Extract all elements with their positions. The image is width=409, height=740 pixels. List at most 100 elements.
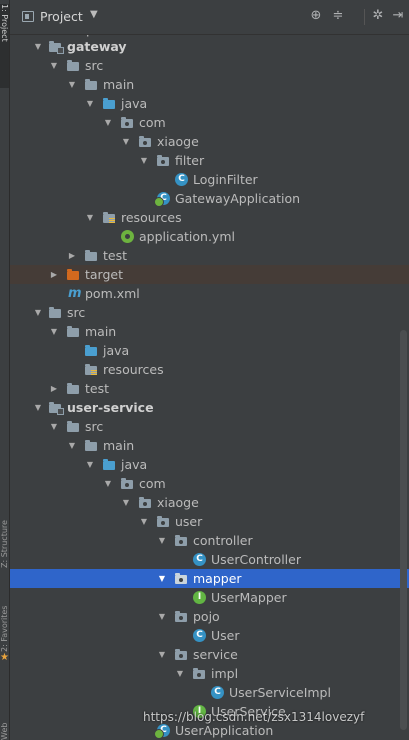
tree-row[interactable]: C LoginFilter: [10, 170, 409, 189]
expand-arrow-icon[interactable]: ▼: [49, 417, 59, 436]
tree-row-target[interactable]: ▶ target: [10, 265, 409, 284]
class-icon: C: [211, 686, 224, 699]
tree-label: xiaoge: [157, 134, 199, 149]
expand-arrow-icon[interactable]: ▼: [85, 208, 95, 227]
expand-arrow-icon[interactable]: ▼: [33, 37, 43, 56]
tree-row[interactable]: ▼ com: [10, 113, 409, 132]
tree-label: java: [121, 457, 148, 472]
package-icon: [174, 648, 188, 661]
tree-label: mapper: [193, 571, 242, 586]
collapse-arrow-icon[interactable]: ▶: [49, 265, 59, 284]
tree-row-user-service[interactable]: ▼ user-service: [10, 398, 409, 417]
expand-arrow-icon[interactable]: ▼: [85, 455, 95, 474]
tree-row[interactable]: ▼ main: [10, 322, 409, 341]
tree-row-gateway[interactable]: ▼ gateway: [10, 37, 409, 56]
hide-icon[interactable]: ⇥: [390, 8, 406, 24]
resources-folder-icon: [84, 363, 98, 376]
tool-tab-favorites[interactable]: 2: Favorites: [0, 584, 9, 652]
locate-icon[interactable]: ⊕: [308, 8, 324, 24]
tree-row[interactable]: C User: [10, 626, 409, 645]
tree-row[interactable]: ▼ com: [10, 474, 409, 493]
tree-row[interactable]: ▶ test: [10, 379, 409, 398]
expand-arrow-icon[interactable]: ▼: [157, 607, 167, 626]
tree-row[interactable]: ▼ resources: [10, 208, 409, 227]
tree-row[interactable]: application.yml: [10, 227, 409, 246]
tree-row[interactable]: ▼ java: [10, 455, 409, 474]
tool-tab-web[interactable]: Web: [0, 680, 9, 740]
tree-row[interactable]: ▼ src: [10, 417, 409, 436]
expand-arrow-icon[interactable]: ▼: [33, 398, 43, 417]
project-tree[interactable]: m pom.xml ▼ gateway ▼ src ▼ main ▼ java …: [10, 20, 409, 740]
expand-arrow-icon[interactable]: ▼: [67, 436, 77, 455]
tree-row[interactable]: ▼ pojo: [10, 607, 409, 626]
tree-label: src: [85, 419, 104, 434]
expand-arrow-icon[interactable]: ▼: [121, 132, 131, 151]
tree-row[interactable]: ▼ xiaoge: [10, 132, 409, 151]
tree-row-mapper-selected[interactable]: ▼ mapper: [10, 569, 409, 588]
tool-tab-structure[interactable]: Z: Structure: [0, 488, 9, 568]
package-icon: [174, 610, 188, 623]
tree-label: LoginFilter: [193, 172, 258, 187]
collapse-arrow-icon[interactable]: ▶: [49, 379, 59, 398]
collapse-icon[interactable]: ≑: [330, 8, 346, 24]
maven-icon: m: [68, 286, 82, 301]
vertical-scrollbar[interactable]: [400, 330, 407, 730]
tree-row[interactable]: ▼ src: [10, 56, 409, 75]
spring-boot-class-icon: C: [154, 724, 170, 739]
expand-arrow-icon[interactable]: ▼: [157, 645, 167, 664]
tree-row[interactable]: ▼ service: [10, 645, 409, 664]
tree-row[interactable]: ▼ src: [10, 303, 409, 322]
tree-row[interactable]: ▼ impl: [10, 664, 409, 683]
expand-arrow-icon[interactable]: ▼: [49, 322, 59, 341]
tree-row[interactable]: resources: [10, 360, 409, 379]
tree-row[interactable]: ▼ java: [10, 94, 409, 113]
expand-arrow-icon[interactable]: ▼: [175, 664, 185, 683]
expand-arrow-icon[interactable]: ▼: [157, 531, 167, 550]
tree-label: src: [67, 305, 86, 320]
source-folder-icon: [102, 97, 116, 110]
tool-window-strip: 1: Project Z: Structure 2: Favorites ★ W…: [0, 0, 10, 740]
expand-arrow-icon[interactable]: ▼: [121, 493, 131, 512]
gear-icon[interactable]: ✲: [370, 8, 386, 24]
collapse-arrow-icon[interactable]: ▶: [67, 246, 77, 265]
tree-row[interactable]: C UserController: [10, 550, 409, 569]
tree-row[interactable]: ▼ controller: [10, 531, 409, 550]
class-icon: C: [193, 553, 206, 566]
expand-arrow-icon[interactable]: ▼: [67, 75, 77, 94]
tree-row[interactable]: ▼ user: [10, 512, 409, 531]
expand-arrow-icon[interactable]: ▼: [139, 151, 149, 170]
tree-row[interactable]: ▼ main: [10, 75, 409, 94]
expand-arrow-icon[interactable]: ▼: [103, 113, 113, 132]
tree-row[interactable]: ▼ filter: [10, 151, 409, 170]
tree-row[interactable]: ▼ main: [10, 436, 409, 455]
tree-label: pojo: [193, 609, 220, 624]
tree-label: main: [103, 438, 135, 453]
tree-row[interactable]: ▼ xiaoge: [10, 493, 409, 512]
tree-row[interactable]: I UserMapper: [10, 588, 409, 607]
tree-label: User: [211, 628, 240, 643]
tree-row[interactable]: C UserServiceImpl: [10, 683, 409, 702]
expand-arrow-icon[interactable]: ▼: [103, 474, 113, 493]
expand-arrow-icon[interactable]: ▼: [139, 512, 149, 531]
package-icon: [120, 477, 134, 490]
project-icon: [22, 11, 34, 22]
expand-arrow-icon[interactable]: ▼: [33, 303, 43, 322]
tree-row[interactable]: m pom.xml: [10, 284, 409, 303]
expand-arrow-icon[interactable]: ▼: [157, 569, 167, 588]
tree-label: java: [121, 96, 148, 111]
tree-row[interactable]: ▶ test: [10, 246, 409, 265]
expand-arrow-icon[interactable]: ▼: [49, 56, 59, 75]
folder-icon: [66, 420, 80, 433]
expand-arrow-icon[interactable]: ▼: [85, 94, 95, 113]
tree-row[interactable]: C GatewayApplication: [10, 189, 409, 208]
tool-tab-project[interactable]: 1: Project: [0, 4, 9, 88]
chevron-down-icon[interactable]: ▼: [90, 9, 98, 20]
tree-row[interactable]: java: [10, 341, 409, 360]
tree-label: UserController: [211, 552, 301, 567]
class-icon: C: [193, 629, 206, 642]
folder-icon: [84, 439, 98, 452]
tree-label: xiaoge: [157, 495, 199, 510]
tree-label: GatewayApplication: [175, 191, 301, 206]
tree-label: resources: [103, 362, 164, 377]
panel-title[interactable]: Project: [40, 9, 83, 24]
